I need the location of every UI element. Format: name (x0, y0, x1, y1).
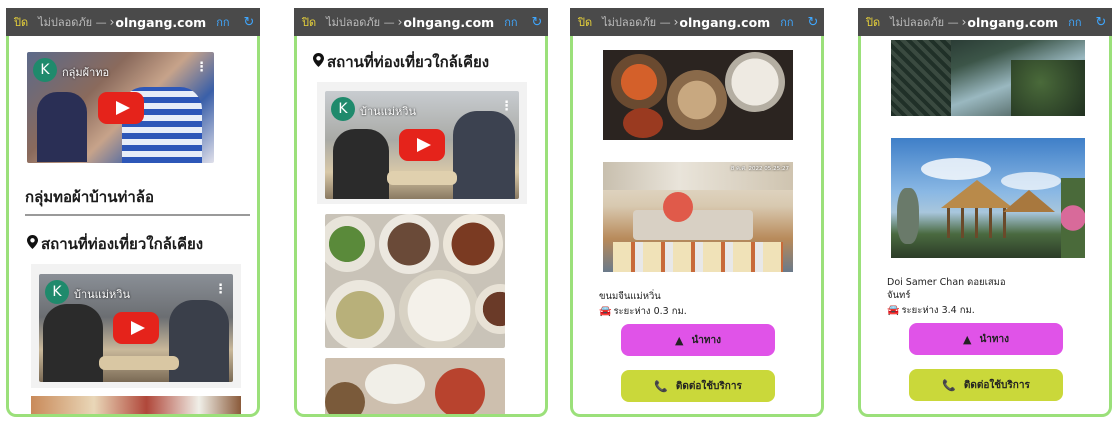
nearby-heading-text: สถานที่ท่องเที่ยวใกล้เคียง (41, 235, 204, 253)
navigate-label: นำทาง (691, 334, 721, 346)
video-thumbnail[interactable]: K บ้านแม่หวิน ⋮ (325, 91, 519, 199)
phone-screen-4: ปิด ไม่ปลอดภัย — › olngang.com กก ↻ Doi … (858, 8, 1112, 417)
page-frame: สถานที่ท่องเที่ยวใกล้เคียง K บ้านแม่หวิน… (294, 36, 548, 417)
more-icon[interactable]: ⋮ (195, 60, 208, 75)
play-icon[interactable] (399, 129, 445, 161)
video-thumbnail[interactable]: K กลุ่มผ้าทอ ⋮ (27, 52, 214, 163)
translate-button[interactable]: กก (1068, 13, 1081, 31)
divider (25, 214, 250, 216)
navigate-button[interactable]: ▲ นำทาง (621, 324, 775, 356)
phone-screen-2: ปิด ไม่ปลอดภัย — › olngang.com กก ↻ สถาน… (294, 8, 548, 417)
insecure-label: ไม่ปลอดภัย — (890, 16, 959, 29)
distance-text: ระยะห่าง 3.4 กม. (901, 305, 975, 316)
distance-row: 🚘 ระยะห่าง 3.4 กม. (887, 303, 975, 318)
food-photo[interactable] (325, 358, 505, 414)
navigate-icon: ▲ (674, 333, 684, 347)
food-photo[interactable] (603, 50, 793, 140)
reload-icon[interactable]: ↻ (808, 15, 819, 30)
video-thumbnail[interactable]: K บ้านแม่หวิน ⋮ (39, 274, 233, 382)
distance-row: 🚘 ระยะห่าง 0.3 กม. (599, 304, 687, 319)
more-icon[interactable]: ⋮ (214, 282, 227, 297)
browser-bar: ปิด ไม่ปลอดภัย — › olngang.com กก ↻ (6, 8, 260, 36)
close-button[interactable]: ปิด (14, 13, 28, 31)
contact-label: ติดต่อใช้บริการ (675, 380, 742, 392)
page-frame: 8 ค.ศ. 2022 05:25:27 ขนมจีนแม่หวิ่น 🚘 ระย… (570, 36, 824, 417)
nearby-heading: สถานที่ท่องเที่ยวใกล้เคียง (27, 232, 203, 256)
domain-label: olngang.com (967, 14, 1059, 30)
browser-bar: ปิด ไม่ปลอดภัย — › olngang.com กก ↻ (294, 8, 548, 36)
navigate-label: นำทาง (979, 333, 1009, 345)
close-button[interactable]: ปิด (578, 13, 592, 31)
phone-screen-3: ปิด ไม่ปลอดภัย — › olngang.com กก ↻ 8 ค.… (570, 8, 824, 417)
photo-strip (31, 396, 241, 414)
contact-button[interactable]: 📞 ติดต่อใช้บริการ (621, 370, 775, 402)
play-icon[interactable] (113, 312, 159, 344)
food-photo[interactable] (325, 214, 505, 348)
channel-avatar: K (33, 58, 57, 82)
photo-timestamp: 8 ค.ศ. 2022 05:25:27 (730, 166, 789, 172)
insecure-label: ไม่ปลอดภัย — (326, 16, 395, 29)
reload-icon[interactable]: ↻ (244, 15, 255, 30)
translate-button[interactable]: กก (780, 13, 793, 31)
page-frame: K กลุ่มผ้าทอ ⋮ กลุ่มทอผ้าบ้านท่าล้อ สถาน… (6, 36, 260, 417)
domain-prefix: › (397, 15, 403, 29)
navigate-icon: ▲ (962, 332, 972, 346)
group-title: กลุ่มทอผ้าบ้านท่าล้อ (25, 188, 154, 206)
insecure-label: ไม่ปลอดภัย — (38, 16, 107, 29)
car-icon: 🚘 (599, 306, 612, 317)
close-button[interactable]: ปิด (302, 13, 316, 31)
pin-icon (27, 235, 38, 253)
domain-prefix: › (109, 15, 115, 29)
channel-avatar: K (45, 280, 69, 304)
car-icon: 🚘 (887, 305, 900, 316)
phone-screen-1: ปิด ไม่ปลอดภัย — › olngang.com กก ↻ K กล… (6, 8, 260, 417)
phone-icon: 📞 (654, 379, 668, 393)
place-name: ขนมจีนแม่หวิ่น (599, 291, 661, 302)
close-button[interactable]: ปิด (866, 13, 880, 31)
video-card: K บ้านแม่หวิน ⋮ (31, 264, 241, 388)
phone-icon: 📞 (942, 378, 956, 392)
insecure-label: ไม่ปลอดภัย — (602, 16, 671, 29)
page-frame: Doi Samer Chan ดอยเสมอ จันทร์ 🚘 ระยะห่าง … (858, 36, 1112, 417)
more-icon[interactable]: ⋮ (500, 99, 513, 114)
play-icon[interactable] (97, 91, 144, 124)
contact-button[interactable]: 📞 ติดต่อใช้บริการ (909, 369, 1063, 401)
video-title: บ้านแม่หวิน (360, 105, 416, 118)
navigate-button[interactable]: ▲ นำทาง (909, 323, 1063, 355)
domain-prefix: › (673, 15, 679, 29)
nearby-heading-text: สถานที่ท่องเที่ยวใกล้เคียง (327, 53, 490, 71)
pin-icon (313, 53, 324, 71)
translate-button[interactable]: กก (216, 13, 229, 31)
place-name-line-2: จันทร์ (887, 290, 911, 301)
domain-label: olngang.com (115, 14, 207, 30)
landscape-photo[interactable] (891, 40, 1085, 116)
video-title: บ้านแม่หวิน (74, 288, 130, 301)
video-card: K บ้านแม่หวิน ⋮ (317, 82, 527, 204)
reload-icon[interactable]: ↻ (532, 15, 543, 30)
browser-bar: ปิด ไม่ปลอดภัย — › olngang.com กก ↻ (858, 8, 1112, 36)
translate-button[interactable]: กก (504, 13, 517, 31)
nearby-heading: สถานที่ท่องเที่ยวใกล้เคียง (313, 50, 489, 74)
domain-label: olngang.com (403, 14, 495, 30)
domain-label: olngang.com (679, 14, 771, 30)
channel-avatar: K (331, 97, 355, 121)
distance-text: ระยะห่าง 0.3 กม. (613, 306, 687, 317)
contact-label: ติดต่อใช้บริการ (963, 379, 1030, 391)
browser-bar: ปิด ไม่ปลอดภัย — › olngang.com กก ↻ (570, 8, 824, 36)
reload-icon[interactable]: ↻ (1096, 15, 1107, 30)
stall-photo[interactable]: 8 ค.ศ. 2022 05:25:27 (603, 162, 793, 272)
domain-prefix: › (961, 15, 967, 29)
landscape-photo[interactable] (891, 138, 1085, 258)
video-title: กลุ่มผ้าทอ (62, 66, 110, 79)
